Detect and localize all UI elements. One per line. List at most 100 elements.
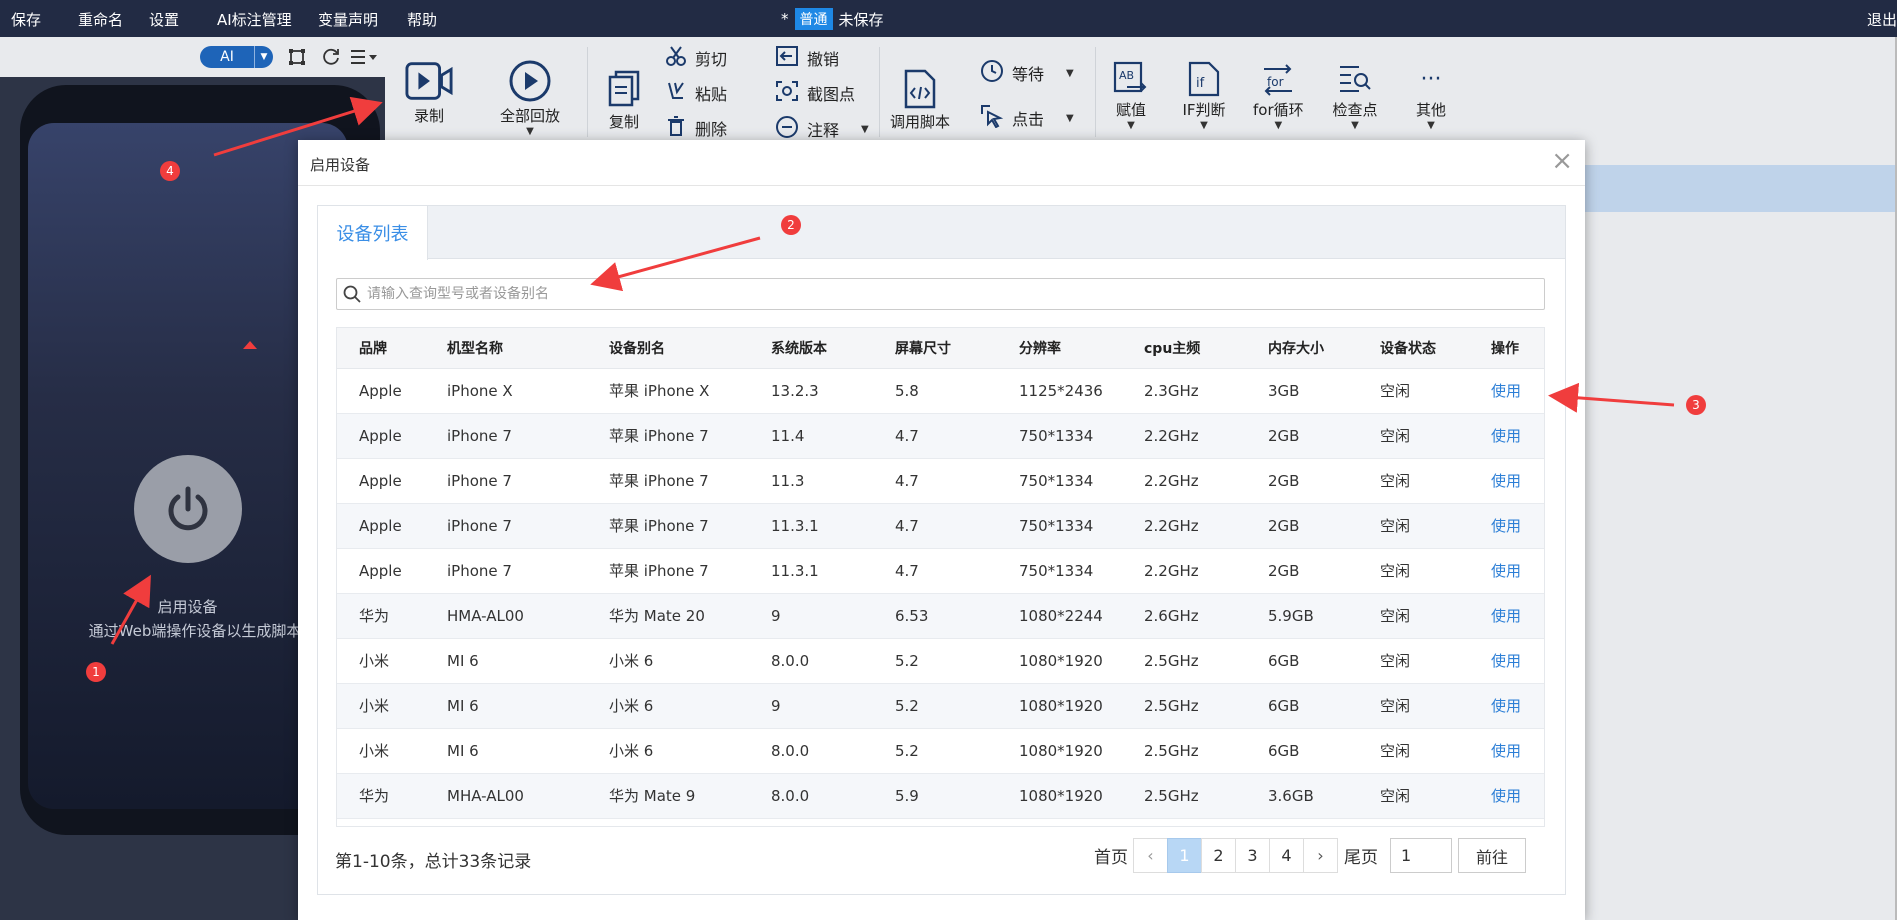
crop-icon[interactable] (286, 46, 308, 68)
go-button[interactable]: 前往 (1458, 838, 1526, 873)
click-button[interactable]: 点击 ▼ (980, 104, 1074, 132)
comment-dropdown-icon[interactable]: ▼ (861, 124, 869, 135)
table-cell: 750*1334 (997, 458, 1122, 504)
mode-badge[interactable]: 普通 (794, 8, 833, 30)
document-state: * 普通 未保存 (781, 8, 884, 30)
table-cell: MI 6 (425, 683, 587, 729)
last-page-link[interactable]: 尾页 (1344, 843, 1378, 868)
menu-ai-annotation[interactable]: AI标注管理 (217, 9, 292, 30)
use-device-link[interactable]: 使用 (1469, 548, 1544, 594)
wait-dropdown-icon[interactable]: ▼ (1066, 68, 1074, 79)
divider (879, 47, 880, 137)
next-page-icon[interactable]: › (1303, 838, 1338, 873)
table-cell: 空闲 (1358, 638, 1469, 684)
table-cell: 空闲 (1358, 368, 1469, 414)
search-icon (337, 285, 367, 303)
loop-icon: for (1254, 59, 1302, 99)
for-dropdown-icon[interactable]: ▼ (1274, 120, 1282, 131)
tab-device-list[interactable]: 设备列表 (318, 206, 428, 260)
page-4[interactable]: 4 (1269, 838, 1304, 873)
table-cell: 11.4 (749, 413, 873, 459)
list-menu-icon[interactable] (350, 46, 380, 68)
table-cell: 2.2GHz (1122, 548, 1246, 594)
menu-help[interactable]: 帮助 (407, 9, 437, 30)
first-page-link[interactable]: 首页 (1094, 843, 1128, 868)
more-dropdown-icon[interactable]: ▼ (1427, 120, 1435, 131)
refresh-icon[interactable] (320, 46, 342, 68)
screenshot-label: 截图点 (807, 85, 856, 104)
enable-device-dialog: 启用设备 × 设备列表 品牌机型名称设备别名系统版本屏幕尺寸分辨率cpu主频内存… (298, 140, 1585, 920)
checkpoint-label: 检查点 (1332, 101, 1378, 119)
paste-button[interactable]: 粘贴 (665, 80, 727, 106)
page-1[interactable]: 1 (1167, 838, 1202, 873)
table-cell: 小米 (337, 683, 425, 729)
page-2[interactable]: 2 (1201, 838, 1236, 873)
use-device-link[interactable]: 使用 (1469, 773, 1544, 819)
column-header: 屏幕尺寸 (873, 328, 997, 369)
table-cell: Apple (337, 413, 425, 459)
logout-button[interactable]: 退出 (1867, 9, 1897, 30)
selected-row-strip (1585, 165, 1897, 212)
use-device-link[interactable]: 使用 (1469, 593, 1544, 639)
table-cell: 2.5GHz (1122, 638, 1246, 684)
table-cell: 9 (749, 683, 873, 729)
caret-down-icon: ▼ (254, 46, 273, 68)
use-device-link[interactable]: 使用 (1469, 458, 1544, 504)
menu-variables[interactable]: 变量声明 (318, 9, 378, 30)
table-cell: 3GB (1246, 368, 1358, 414)
power-button[interactable] (134, 455, 242, 563)
assign-button[interactable]: AB 赋值 ▼ (1107, 59, 1155, 131)
table-row: Apple iPhone 7 苹果 iPhone 7 11.3 4.7 750*1334 2… (337, 458, 1544, 504)
menu-save[interactable]: 保存 (11, 9, 41, 30)
replay-all-button[interactable]: 全部回放 ▼ (500, 57, 560, 137)
table-cell: 1080*2244 (997, 593, 1122, 639)
table-cell: 2GB (1246, 503, 1358, 549)
call-script-button[interactable]: 调用脚本 (890, 67, 950, 132)
comment-button[interactable]: 注释 ▼ (775, 115, 869, 143)
use-device-link[interactable]: 使用 (1469, 683, 1544, 729)
annotation-badge-2: 2 (781, 215, 801, 235)
column-header: 内存大小 (1246, 328, 1358, 369)
column-header: 品牌 (337, 328, 425, 369)
table-cell: 1080*1920 (997, 638, 1122, 684)
for-button[interactable]: for for循环 ▼ (1253, 59, 1304, 131)
pager-summary: 第1-10条，总计33条记录 (335, 852, 532, 872)
undo-button[interactable]: 撤销 (775, 45, 839, 71)
annotation-badge-4: 4 (160, 161, 180, 181)
click-dropdown-icon[interactable]: ▼ (1066, 113, 1074, 124)
search-input[interactable] (367, 286, 1544, 302)
if-button[interactable]: if IF判断 ▼ (1180, 59, 1228, 131)
menu-settings[interactable]: 设置 (149, 9, 179, 30)
use-device-link[interactable]: 使用 (1469, 638, 1544, 684)
assign-dropdown-icon[interactable]: ▼ (1127, 120, 1135, 131)
if-dropdown-icon[interactable]: ▼ (1200, 120, 1208, 131)
menu-rename[interactable]: 重命名 (78, 9, 123, 30)
page-3[interactable]: 3 (1235, 838, 1270, 873)
prev-page-icon[interactable]: ‹ (1133, 838, 1168, 873)
cut-button[interactable]: 剪切 (665, 45, 727, 71)
checkpoint-dropdown-icon[interactable]: ▼ (1351, 120, 1359, 131)
use-device-link[interactable]: 使用 (1469, 413, 1544, 459)
table-cell: 5.2 (873, 638, 997, 684)
jump-page-input[interactable]: 1 (1390, 838, 1452, 873)
copy-button[interactable]: 复制 (600, 67, 648, 132)
more-button[interactable]: ··· 其他 ▼ (1407, 59, 1455, 132)
start-device-desc: 通过Web端操作设备以生成脚本 (88, 622, 302, 640)
replay-dropdown-icon[interactable]: ▼ (526, 126, 534, 137)
use-device-link[interactable]: 使用 (1469, 503, 1544, 549)
screenshot-button[interactable]: 截图点 (775, 80, 855, 106)
record-button[interactable]: 录制 (405, 57, 453, 126)
table-cell: 1125*2436 (997, 368, 1122, 414)
wait-button[interactable]: 等待 ▼ (980, 59, 1074, 87)
use-device-link[interactable]: 使用 (1469, 368, 1544, 414)
close-icon[interactable]: × (1551, 148, 1573, 174)
replay-all-label: 全部回放 (500, 107, 561, 125)
toolbar-ribbon: 录制 全部回放 ▼ 复制 剪切 粘贴 删除 撤销 截图点 注释 ▼ 调用脚本 等… (385, 37, 1897, 141)
delete-button[interactable]: 删除 (665, 115, 727, 141)
use-device-link[interactable]: 使用 (1469, 728, 1544, 774)
device-table: 品牌 机型名称 设备别名 系统版本 屏幕尺寸 分辨率 cpu主频 内存大小 设备状态 操作 App… (336, 327, 1545, 827)
ai-dropdown[interactable]: AI ▼ (200, 46, 273, 68)
table-cell: 5.2 (873, 728, 997, 774)
checkpoint-button[interactable]: 检查点 ▼ (1331, 59, 1379, 131)
table-cell: 8.0.0 (749, 638, 873, 684)
